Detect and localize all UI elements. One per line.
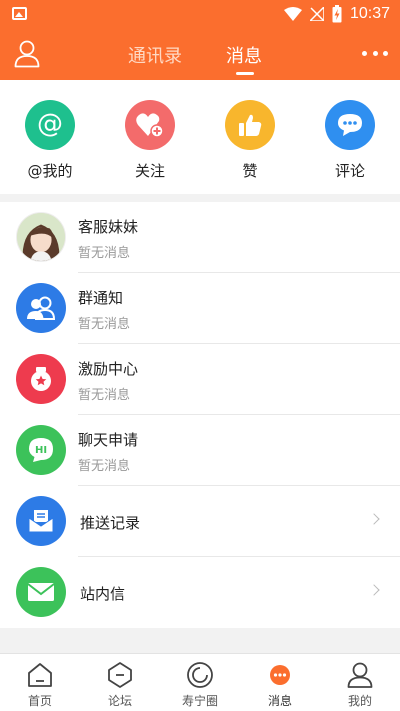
- quick-actions: @ @我的 关注 赞 评论: [0, 80, 400, 194]
- no-signal-icon: [309, 7, 324, 21]
- quick-action-comments[interactable]: 评论: [300, 100, 400, 181]
- conversation-preview: 暂无消息: [78, 246, 131, 261]
- conversation-item-incentive-center[interactable]: 激励中心 暂无消息: [0, 344, 400, 415]
- link-title: 推送记录: [80, 514, 141, 532]
- wifi-icon: [283, 7, 302, 21]
- status-time: 10:37: [349, 5, 390, 22]
- quick-action-label: 评论: [334, 162, 365, 180]
- thumbs-up-icon: [225, 100, 275, 150]
- nav-circle[interactable]: 寿宁圈: [160, 660, 240, 709]
- conversation-title: 客服妹妹: [78, 218, 139, 236]
- nav-label: 我的: [347, 694, 372, 708]
- header: 通讯录 消息: [0, 28, 400, 80]
- quick-action-likes[interactable]: 赞: [200, 100, 300, 181]
- nav-profile[interactable]: 我的: [320, 660, 400, 709]
- conversation-list: 客服妹妹 暂无消息 群通知 暂无消息 激励中心 暂无消息 HI 聊天申请 暂无消…: [0, 202, 400, 628]
- nav-label: 消息: [267, 694, 292, 708]
- home-icon: [25, 660, 55, 690]
- conversation-item-customer-service[interactable]: 客服妹妹 暂无消息: [0, 202, 400, 273]
- conversation-preview: 暂无消息: [78, 317, 131, 332]
- top-bar: 10:37 通讯录 消息: [0, 0, 400, 80]
- svg-text:@: @: [37, 110, 63, 139]
- link-title: 站内信: [80, 585, 126, 603]
- conversation-preview: 暂无消息: [78, 388, 131, 403]
- push-mail-icon: [16, 496, 66, 546]
- conversation-title: 激励中心: [78, 360, 139, 378]
- circle-icon: [185, 660, 215, 690]
- comment-icon: [325, 100, 375, 150]
- active-tab-indicator: [236, 72, 254, 75]
- chevron-right-icon: [368, 513, 380, 525]
- bottom-navigation: 首页 论坛 寿宁圈 消息 我的: [0, 653, 400, 711]
- nav-label: 论坛: [107, 694, 132, 708]
- image-notification-icon: [12, 7, 27, 20]
- profile-icon: [345, 660, 375, 690]
- conversation-title: 聊天申请: [78, 431, 139, 449]
- chevron-right-icon: [368, 584, 380, 596]
- at-icon: @: [25, 100, 75, 150]
- tab-messages[interactable]: 消息: [226, 42, 262, 68]
- conversation-item-chat-request[interactable]: HI 聊天申请 暂无消息: [0, 415, 400, 486]
- battery-charging-icon: [332, 5, 342, 23]
- conversation-item-group-notice[interactable]: 群通知 暂无消息: [0, 273, 400, 344]
- message-icon: [265, 660, 295, 690]
- envelope-icon: [16, 567, 66, 617]
- status-bar: 10:37: [0, 0, 400, 28]
- svg-text:HI: HI: [35, 445, 47, 456]
- status-indicators: 10:37: [283, 3, 390, 25]
- quick-action-label: 赞: [242, 162, 258, 180]
- link-push-records[interactable]: 推送记录: [0, 486, 400, 557]
- quick-action-mentions[interactable]: @ @我的: [0, 100, 100, 181]
- group-icon: [16, 283, 66, 333]
- nav-label: 首页: [27, 694, 52, 708]
- avatar: [16, 212, 66, 262]
- quick-action-label: 关注: [134, 162, 165, 180]
- quick-action-label: @我的: [27, 162, 73, 180]
- conversation-preview: 暂无消息: [78, 459, 131, 474]
- tab-contacts[interactable]: 通讯录: [128, 42, 182, 68]
- quick-action-follow[interactable]: 关注: [100, 100, 200, 181]
- more-options-icon[interactable]: [362, 40, 388, 66]
- conversation-title: 群通知: [78, 289, 124, 307]
- badge-icon: [16, 354, 66, 404]
- nav-home[interactable]: 首页: [0, 660, 80, 709]
- nav-messages[interactable]: 消息: [240, 660, 320, 709]
- forum-icon: [105, 660, 135, 690]
- link-site-messages[interactable]: 站内信: [0, 557, 400, 628]
- nav-forum[interactable]: 论坛: [80, 660, 160, 709]
- hi-chat-icon: HI: [16, 425, 66, 475]
- heart-plus-icon: [125, 100, 175, 150]
- nav-label: 寿宁圈: [181, 694, 218, 708]
- user-profile-icon[interactable]: [14, 40, 40, 68]
